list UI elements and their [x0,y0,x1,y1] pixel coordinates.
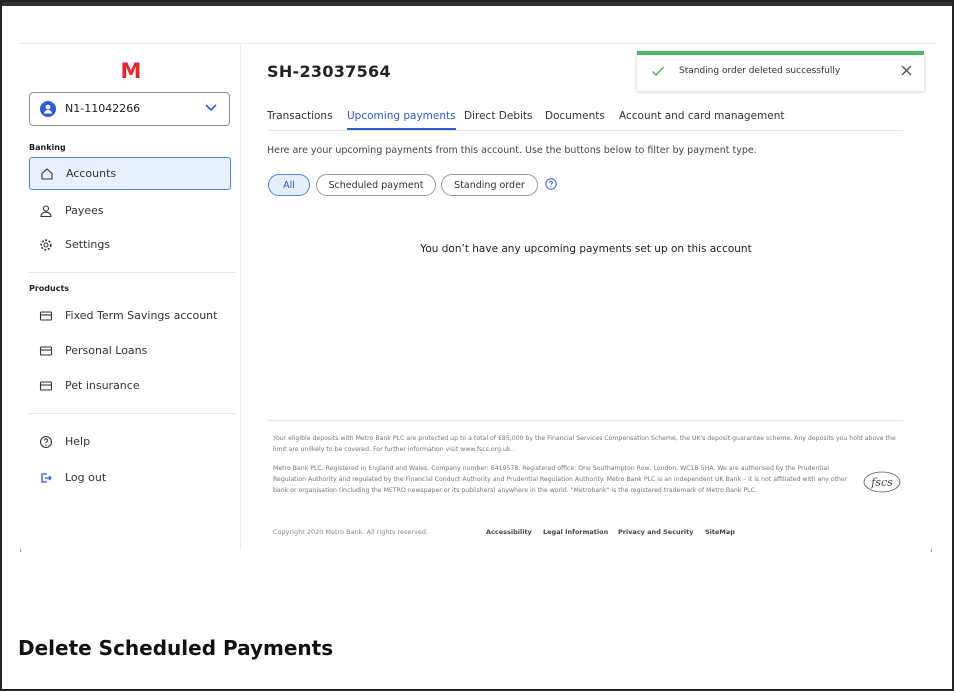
help-icon[interactable] [545,178,557,190]
divider-tick [931,549,932,552]
sidebar-item-help[interactable]: Help [29,426,231,459]
sidebar-item-log-out[interactable]: Log out [29,462,231,495]
sidebar-item-label: Help [65,435,91,448]
screenshot-frame: M N1-11042266 Banking Accounts Payees Se… [0,0,954,691]
filter-scheduled-payment-button[interactable]: Scheduled payment [316,174,436,196]
tab-account-and-card-management[interactable]: Account and card management [619,110,785,128]
sidebar-item-label: Settings [65,238,111,251]
sidebar-item-label: Pet insurance [65,379,140,392]
filter-all-button[interactable]: All [268,174,310,196]
person-icon [40,205,52,218]
filter-standing-order-button[interactable]: Standing order [441,174,538,196]
sidebar-item-label: Payees [65,204,104,217]
chevron-down-icon [205,104,217,112]
sidebar-item-accounts[interactable]: Accounts [29,157,231,190]
help-icon [39,435,53,449]
check-icon [651,66,665,77]
metro-logo[interactable]: M [121,59,141,81]
sidebar-item-label: Log out [65,471,107,484]
sidebar-item-label: Fixed Term Savings account [65,309,218,322]
sidebar-divider [29,413,236,414]
footer-divider [267,420,903,421]
gear-icon [40,239,52,251]
toast-message: Standing order deleted successfully [679,66,841,76]
divider-tick [20,549,21,552]
caption-title: Delete Scheduled Payments [18,636,334,660]
browser-top-bar [2,2,952,6]
account-selector-value: N1-11042266 [65,102,141,115]
intro-text: Here are your upcoming payments from thi… [267,145,757,156]
tab-documents[interactable]: Documents [545,110,605,128]
sidebar-item-fixed-term-savings[interactable]: Fixed Term Savings account [29,300,231,333]
products-section-label: Products [29,284,70,293]
tab-transactions[interactable]: Transactions [267,110,333,128]
close-icon[interactable] [901,65,912,76]
sitemap-link[interactable]: SiteMap [705,528,735,536]
footer-legal-text: Metro Bank PLC. Registered in England an… [273,465,848,494]
privacy-and-security-link[interactable]: Privacy and Security [618,528,693,536]
copyright-text: Copyright 2020 Metro Bank. All rights re… [273,528,429,536]
fscs-logo[interactable]: fscs [861,470,903,494]
card-icon [39,381,53,391]
account-tabs: Transactions Upcoming payments Direct De… [267,108,903,131]
sidebar-divider [29,272,236,273]
card-icon [39,311,53,321]
empty-state-message: You don’t have any upcoming payments set… [420,243,752,255]
sidebar-item-label: Personal Loans [65,344,148,357]
svg-text:fscs: fscs [870,476,893,489]
sidebar: M N1-11042266 Banking Accounts Payees Se… [18,44,240,550]
legal-information-link[interactable]: Legal Information [543,528,608,536]
sidebar-item-personal-loans[interactable]: Personal Loans [29,335,231,368]
home-icon [41,168,53,180]
logout-icon [41,473,52,483]
sidebar-item-pet-insurance[interactable]: Pet insurance [29,370,231,403]
tab-direct-debits[interactable]: Direct Debits [464,110,533,128]
sidebar-item-label: Accounts [66,167,117,180]
footer-fscs-text: Your eligible deposits with Metro Bank P… [273,435,896,453]
success-toast: Standing order deleted successfully [637,51,924,91]
page-title: SH-23037564 [267,62,391,81]
card-icon [39,346,53,356]
accessibility-link[interactable]: Accessibility [486,528,532,536]
sidebar-item-settings[interactable]: Settings [29,229,231,262]
main-content: SH-23037564 Transactions Upcoming paymen… [241,44,931,550]
tab-upcoming-payments[interactable]: Upcoming payments [347,110,456,130]
banking-section-label: Banking [29,143,66,152]
sidebar-item-payees[interactable]: Payees [29,195,231,228]
user-icon [40,101,56,117]
account-selector[interactable]: N1-11042266 [29,92,230,126]
svg-text:M: M [121,59,141,81]
